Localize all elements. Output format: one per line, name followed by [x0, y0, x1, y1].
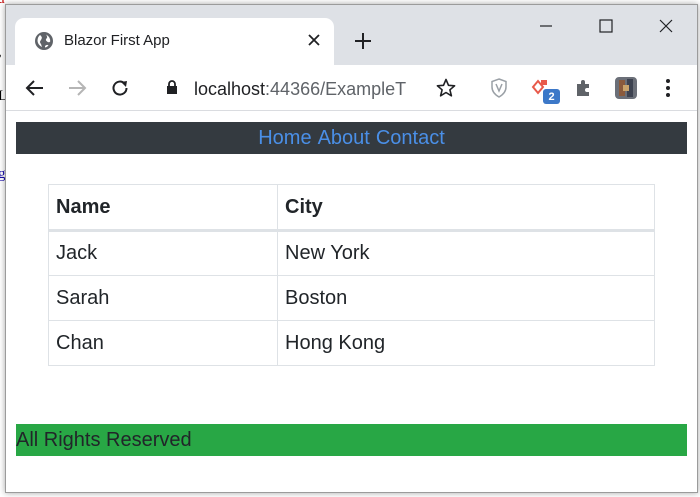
data-table: Name City Jack New York Sarah Boston Cha…	[48, 184, 655, 366]
footer-text: All Rights Reserved	[16, 428, 192, 451]
cell-city: New York	[277, 230, 655, 276]
page-footer: All Rights Reserved	[16, 424, 687, 456]
kebab-menu-icon[interactable]	[654, 74, 682, 102]
reload-icon[interactable]	[106, 74, 134, 102]
nav-link-about[interactable]: About	[318, 127, 370, 150]
profile-avatar-icon[interactable]	[612, 74, 640, 102]
table-row: Sarah Boston	[48, 275, 655, 321]
extension-badge-count: 2	[548, 90, 555, 103]
cell-city: Boston	[277, 275, 655, 321]
background-text-fragment: ,	[0, 44, 2, 61]
cell-name: Chan	[48, 320, 278, 366]
address-bar[interactable]: localhost:44366/ExampleT	[158, 71, 458, 105]
table-row: Chan Hong Kong	[48, 320, 655, 366]
shield-extension-icon[interactable]	[485, 74, 513, 102]
page-viewport: Home About Contact Name City Jack New Yo…	[6, 112, 697, 492]
browser-toolbar: localhost:44366/ExampleT	[6, 65, 697, 111]
cell-name: Jack	[48, 230, 278, 276]
star-icon[interactable]	[432, 74, 460, 102]
close-icon[interactable]	[302, 28, 326, 52]
back-arrow-icon[interactable]	[21, 74, 49, 102]
top-navbar: Home About Contact	[16, 122, 687, 154]
forward-arrow-icon[interactable]	[63, 74, 91, 102]
url-host: localhost	[194, 79, 266, 99]
column-header-city: City	[277, 184, 655, 232]
window-close-icon[interactable]	[650, 14, 682, 38]
globe-icon	[34, 31, 54, 51]
extension-badge: 2	[543, 89, 560, 104]
nav-link-home[interactable]: Home	[258, 127, 311, 150]
background-text-fragment: a	[0, 0, 5, 8]
tab-strip: Blazor First App	[6, 5, 697, 65]
nav-link-contact[interactable]: Contact	[376, 127, 445, 150]
table-row: Jack New York	[48, 230, 655, 276]
maximize-icon[interactable]	[590, 14, 622, 38]
minimize-icon[interactable]	[530, 14, 562, 38]
column-header-name: Name	[48, 184, 278, 232]
tab-title: Blazor First App	[64, 32, 170, 49]
url-path: :44366/ExampleT	[265, 79, 407, 99]
plus-icon[interactable]	[350, 28, 376, 54]
lock-icon[interactable]	[166, 80, 178, 100]
cell-name: Sarah	[48, 275, 278, 321]
cell-city: Hong Kong	[277, 320, 655, 366]
table-header-row: Name City	[48, 184, 655, 232]
url-text: localhost:44366/ExampleT	[194, 79, 406, 100]
browser-tab[interactable]: Blazor First App	[15, 18, 334, 65]
puzzle-icon[interactable]	[569, 74, 597, 102]
browser-window: Blazor First App localhost:44366/Example…	[5, 4, 698, 493]
